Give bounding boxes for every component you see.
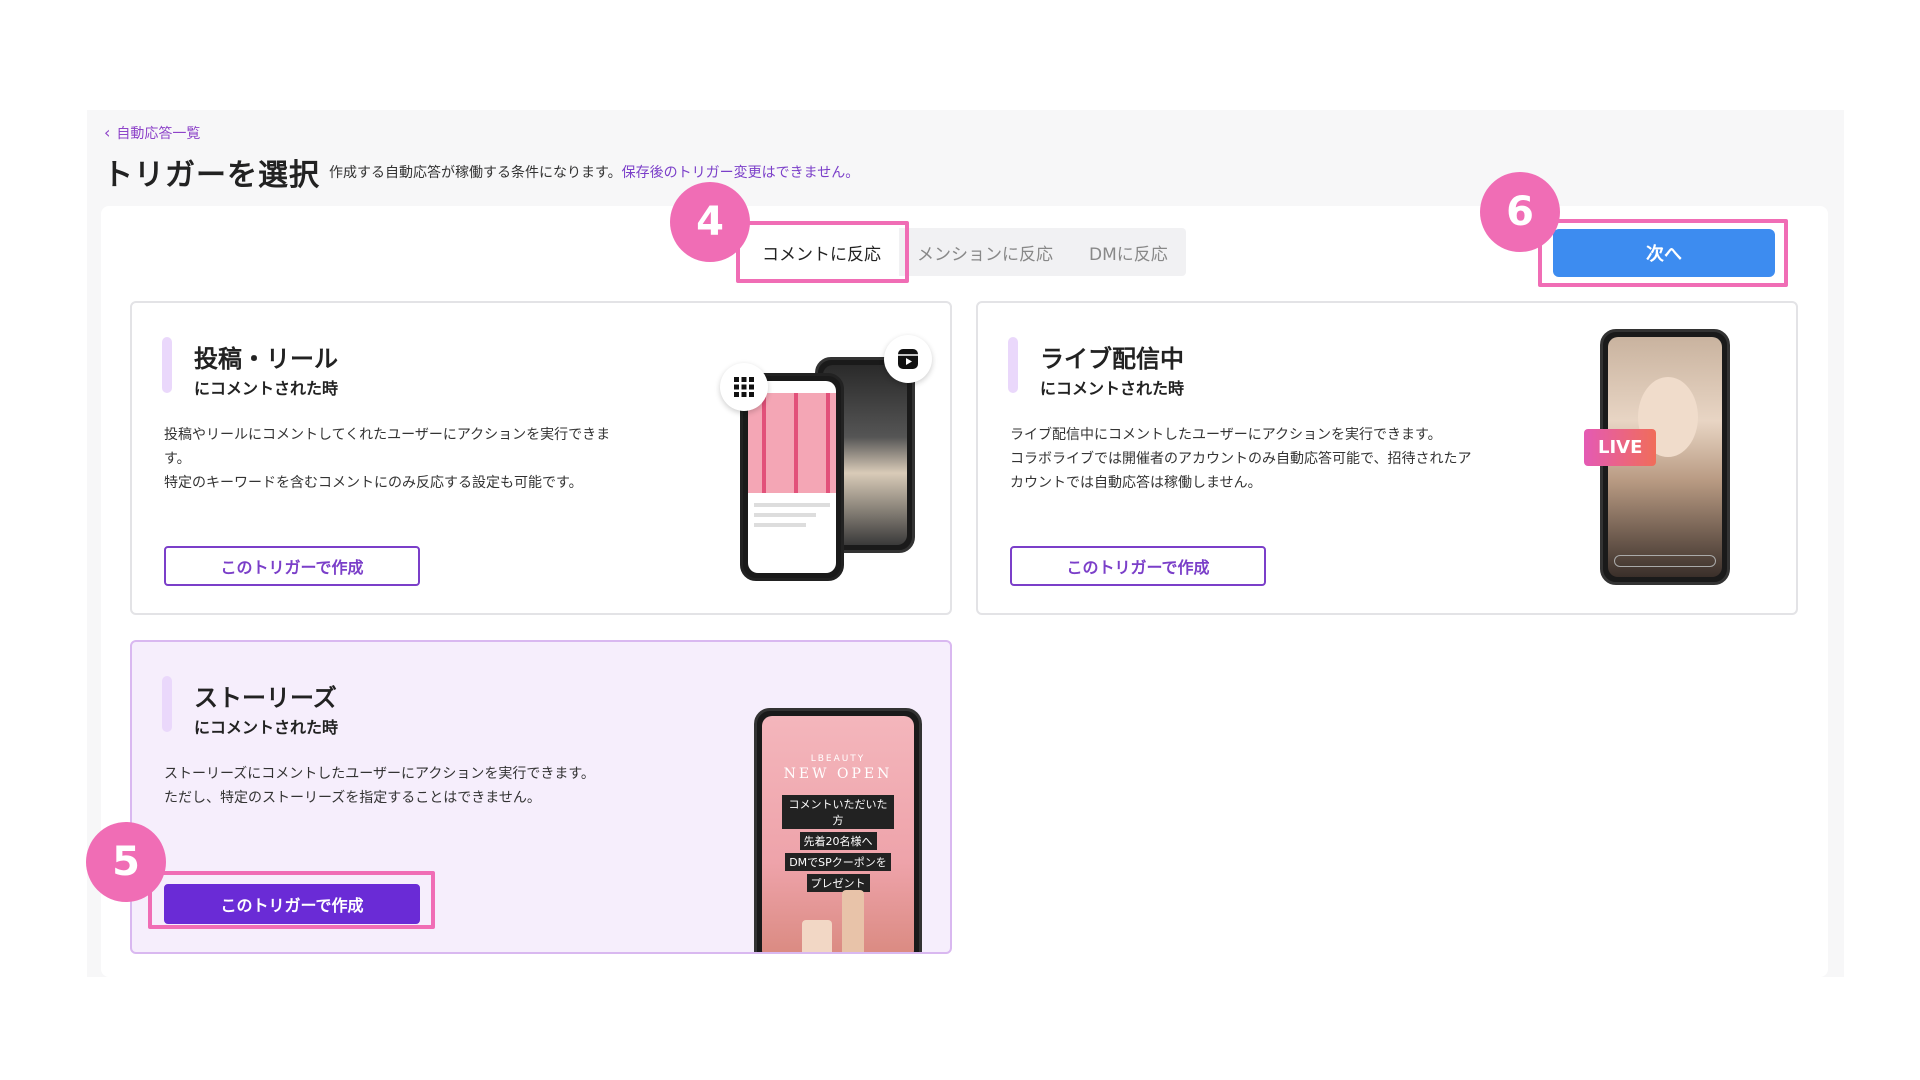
card-accent-bar [162, 676, 172, 732]
chevron-left-icon: ‹ [104, 123, 111, 142]
reels-icon [884, 335, 932, 383]
card-subtitle: にコメントされた時 [194, 718, 339, 737]
live-badge: LIVE [1584, 429, 1657, 466]
tab-mention[interactable]: メンションに反応 [899, 228, 1071, 276]
card-title: ストーリーズ [194, 684, 337, 712]
tab-dm[interactable]: DMに反応 [1071, 228, 1186, 276]
card-description-line: 投稿やリールにコメントしてくれたユーザーにアクションを実行できま [164, 427, 611, 443]
step-badge-5: 5 [86, 822, 166, 902]
back-link[interactable]: ‹ 自動応答一覧 [104, 123, 200, 143]
page-description: 作成する自動応答が稼働する条件になります。保存後のトリガー変更はできません。 [329, 162, 859, 182]
card-accent-bar [1008, 337, 1018, 393]
back-link-label: 自動応答一覧 [116, 126, 201, 142]
trigger-card-post-reel: 投稿・リール にコメントされた時 投稿やリールにコメントしてくれたユーザーにアク… [130, 301, 952, 615]
story-line: DMでSPクーポンを [785, 853, 891, 871]
description-text: 作成する自動応答が稼働する条件になります。 [329, 165, 622, 181]
story-line: 先着20名様へ [799, 832, 877, 850]
next-button[interactable]: 次へ [1553, 229, 1775, 277]
card-subtitle: にコメントされた時 [1040, 379, 1185, 398]
card-description: 投稿やリールにコメントしてくれたユーザーにアクションを実行できま す。 特定のキ… [164, 423, 644, 495]
card-description-line: ライブ配信中にコメントしたユーザーにアクションを実行できます。 [1010, 427, 1442, 443]
trigger-card-live: ライブ配信中 にコメントされた時 ライブ配信中にコメントしたユーザーにアクション… [976, 301, 1798, 615]
story-phone-illustration: LBEAUTY NEW OPEN コメントいただいた方 先着20名様へ DMでS… [754, 708, 922, 952]
trigger-tabs: コメントに反応 メンションに反応 DMに反応 [744, 228, 1186, 276]
create-with-trigger-button[interactable]: このトリガーで作成 [164, 884, 420, 924]
page-title: トリガーを選択 [103, 158, 320, 193]
description-warning: 保存後のトリガー変更はできません。 [621, 165, 860, 181]
card-description-line: 特定のキーワードを含むコメントにのみ反応する設定も可能です。 [164, 475, 583, 491]
card-subtitle: にコメントされた時 [194, 379, 339, 398]
step-badge-6: 6 [1480, 172, 1560, 252]
story-brand: LBEAUTY [810, 754, 866, 764]
card-description-line: コラボライブでは開催者のアカウントのみ自動応答可能で、招待されたア [1010, 451, 1472, 467]
tab-comment[interactable]: コメントに反応 [744, 228, 899, 276]
card-description: ストーリーズにコメントしたユーザーにアクションを実行できます。 ただし、特定のス… [164, 762, 644, 810]
card-accent-bar [162, 337, 172, 393]
create-with-trigger-button[interactable]: このトリガーで作成 [164, 546, 420, 586]
story-headline: NEW OPEN [783, 766, 893, 782]
card-description-line: す。 [164, 451, 191, 467]
card-description-line: ストーリーズにコメントしたユーザーにアクションを実行できます。 [164, 766, 595, 782]
card-title: ライブ配信中 [1040, 345, 1184, 373]
step-badge-4: 4 [670, 182, 750, 262]
card-title: 投稿・リール [194, 345, 338, 373]
grid-icon [720, 363, 768, 411]
card-description: ライブ配信中にコメントしたユーザーにアクションを実行できます。 コラボライブでは… [1010, 423, 1530, 495]
card-description-line: カウントでは自動応答は稼働しません。 [1010, 475, 1262, 491]
story-line: コメントいただいた方 [782, 795, 894, 829]
card-description-line: ただし、特定のストーリーズを指定することはできません。 [164, 790, 541, 806]
trigger-card-stories: ストーリーズ にコメントされた時 ストーリーズにコメントしたユーザーにアクション… [130, 640, 952, 954]
create-with-trigger-button[interactable]: このトリガーで作成 [1010, 546, 1266, 586]
